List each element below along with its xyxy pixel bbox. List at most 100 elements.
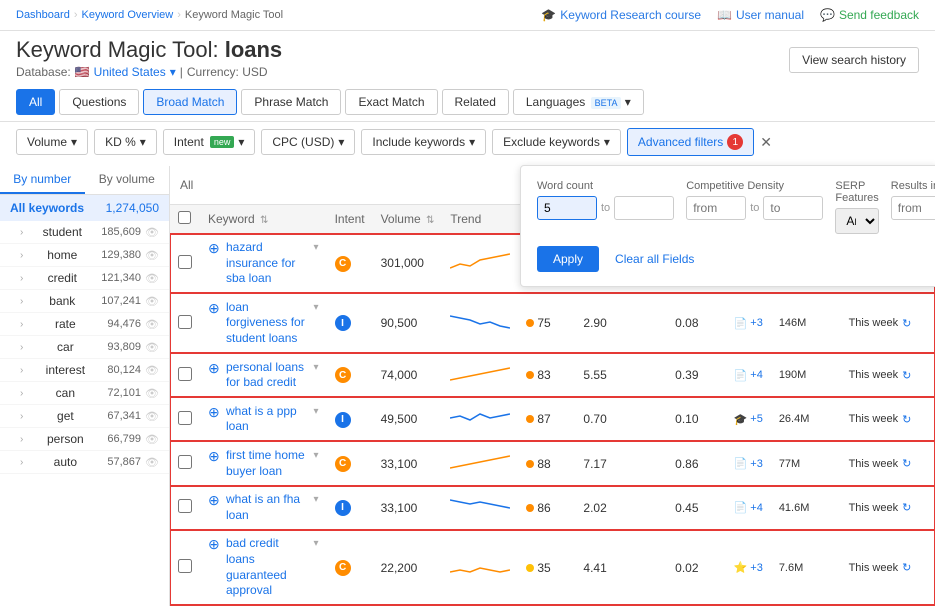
keyword-dropdown-icon[interactable]: ▾ — [314, 362, 319, 373]
refresh-row-icon[interactable]: ↻ — [902, 457, 911, 470]
keyword-link[interactable]: what is a ppp loan ▾ — [226, 404, 319, 435]
word-count-to[interactable] — [614, 196, 674, 220]
eye-icon[interactable]: 👁 — [145, 410, 159, 423]
close-advanced-filters[interactable]: ✕ — [760, 134, 772, 151]
comp-density-from[interactable] — [686, 196, 746, 220]
keyword-dropdown-icon[interactable]: ▾ — [314, 538, 319, 549]
row-checkbox[interactable] — [178, 315, 192, 329]
view-search-button[interactable]: View search history — [789, 47, 919, 73]
keyword-dropdown-icon[interactable]: ▾ — [314, 406, 319, 417]
eye-icon[interactable]: 👁 — [145, 341, 159, 354]
add-keyword-icon[interactable]: ⊕ — [208, 360, 222, 377]
sidebar-item[interactable]: › car 93,809 👁 — [0, 336, 169, 359]
sidebar-item[interactable]: › bank 107,241 👁 — [0, 290, 169, 313]
refresh-row-icon[interactable]: ↻ — [902, 413, 911, 426]
keyword-research-link[interactable]: 🎓 Keyword Research course — [541, 8, 701, 22]
breadcrumb-dashboard[interactable]: Dashboard — [16, 9, 70, 21]
serp-features-label: SERP Features — [835, 180, 878, 204]
refresh-row-icon[interactable]: ↻ — [902, 501, 911, 514]
comp-density-to[interactable] — [763, 196, 823, 220]
last-update-cell: This week ↻ — [841, 530, 935, 605]
row-checkbox[interactable] — [178, 455, 192, 469]
advanced-filters-button[interactable]: Advanced filters 1 — [627, 128, 754, 156]
keyword-link[interactable]: first time home buyer loan ▾ — [226, 448, 319, 479]
eye-icon[interactable]: 👁 — [145, 226, 159, 239]
add-keyword-icon[interactable]: ⊕ — [208, 300, 222, 317]
keyword-link[interactable]: hazard insurance for sba loan ▾ — [226, 240, 319, 287]
tab-related[interactable]: Related — [442, 89, 509, 115]
sidebar-item[interactable]: › home 129,380 👁 — [0, 244, 169, 267]
sidebar-item[interactable]: › get 67,341 👁 — [0, 405, 169, 428]
sidebar-item[interactable]: › person 66,799 👁 — [0, 428, 169, 451]
eye-icon[interactable]: 👁 — [145, 456, 159, 469]
sidebar-item[interactable]: › can 72,101 👁 — [0, 382, 169, 405]
refresh-row-icon[interactable]: ↻ — [902, 369, 911, 382]
eye-icon[interactable]: 👁 — [145, 387, 159, 400]
kd-cell: 83 — [518, 353, 575, 397]
add-keyword-icon[interactable]: ⊕ — [208, 448, 222, 465]
database-value[interactable]: United States — [94, 65, 166, 79]
keyword-link[interactable]: loan forgiveness for student loans ▾ — [226, 300, 319, 347]
word-count-from[interactable] — [537, 196, 597, 220]
tab-languages[interactable]: Languages beta ▾ — [513, 89, 644, 115]
send-feedback-link[interactable]: 💬 Send feedback — [820, 8, 919, 22]
row-checkbox[interactable] — [178, 499, 192, 513]
intent-filter[interactable]: Intent new ▾ — [163, 129, 256, 155]
clear-all-fields-button[interactable]: Clear all Fields — [607, 246, 702, 272]
keyword-link[interactable]: bad credit loans guaranteed approval ▾ — [226, 536, 319, 598]
tab-phrase-match[interactable]: Phrase Match — [241, 89, 341, 115]
keyword-dropdown-icon[interactable]: ▾ — [314, 450, 319, 461]
refresh-row-icon[interactable]: ↻ — [902, 561, 911, 574]
user-manual-link[interactable]: 📖 User manual — [717, 8, 804, 22]
serp-features-select[interactable]: Any — [835, 208, 878, 234]
results-serp-from[interactable] — [891, 196, 935, 220]
keyword-dropdown-icon[interactable]: ▾ — [314, 242, 319, 253]
exclude-keywords-filter[interactable]: Exclude keywords ▾ — [492, 129, 621, 155]
sidebar-tab-by-number[interactable]: By number — [0, 166, 85, 194]
eye-icon[interactable]: 👁 — [145, 295, 159, 308]
keyword-link[interactable]: personal loans for bad credit ▾ — [226, 360, 319, 391]
intent-cell: C — [327, 441, 373, 485]
sidebar-tab-by-volume[interactable]: By volume — [85, 166, 170, 194]
row-checkbox[interactable] — [178, 559, 192, 573]
tab-exact-match[interactable]: Exact Match — [345, 89, 437, 115]
row-checkbox[interactable] — [178, 367, 192, 381]
volume-filter[interactable]: Volume ▾ — [16, 129, 88, 155]
include-keywords-filter[interactable]: Include keywords ▾ — [361, 129, 486, 155]
eye-icon[interactable]: 👁 — [145, 249, 159, 262]
add-keyword-icon[interactable]: ⊕ — [208, 404, 222, 421]
eye-icon[interactable]: 👁 — [145, 318, 159, 331]
eye-icon[interactable]: 👁 — [145, 272, 159, 285]
cpc-filter[interactable]: CPC (USD) ▾ — [261, 129, 355, 155]
keyword-dropdown-icon[interactable]: ▾ — [314, 494, 319, 505]
kd-filter[interactable]: KD % ▾ — [94, 129, 157, 155]
results-cell: 41.6M — [771, 486, 841, 530]
add-keyword-icon[interactable]: ⊕ — [208, 536, 222, 553]
keyword-text: what is a ppp loan — [226, 404, 310, 435]
sidebar-item[interactable]: › student 185,609 👁 — [0, 221, 169, 244]
trend-cell — [442, 234, 518, 294]
tab-all[interactable]: All — [16, 89, 55, 115]
sidebar-item-label: car — [57, 340, 74, 354]
all-keywords-count: 1,274,050 — [106, 201, 159, 215]
tab-broad-match[interactable]: Broad Match — [143, 89, 237, 115]
row-checkbox[interactable] — [178, 255, 192, 269]
row-checkbox[interactable] — [178, 411, 192, 425]
sidebar-item[interactable]: › auto 57,867 👁 — [0, 451, 169, 474]
tab-questions[interactable]: Questions — [59, 89, 139, 115]
apply-button[interactable]: Apply — [537, 246, 599, 272]
sidebar-item[interactable]: › interest 80,124 👁 — [0, 359, 169, 382]
sidebar-item[interactable]: › rate 94,476 👁 — [0, 313, 169, 336]
add-keyword-icon[interactable]: ⊕ — [208, 492, 222, 509]
add-keyword-icon[interactable]: ⊕ — [208, 240, 222, 257]
eye-icon[interactable]: 👁 — [145, 433, 159, 446]
keyword-link[interactable]: what is an fha loan ▾ — [226, 492, 319, 523]
keyword-dropdown-icon[interactable]: ▾ — [314, 302, 319, 313]
refresh-row-icon[interactable]: ↻ — [902, 317, 911, 330]
breadcrumb-keyword-overview[interactable]: Keyword Overview — [82, 9, 174, 21]
volume-cell: 301,000 — [373, 234, 443, 294]
all-keywords-row[interactable]: All keywords 1,274,050 — [0, 195, 169, 221]
sidebar-item[interactable]: › credit 121,340 👁 — [0, 267, 169, 290]
eye-icon[interactable]: 👁 — [145, 364, 159, 377]
select-all-checkbox[interactable] — [178, 211, 191, 224]
